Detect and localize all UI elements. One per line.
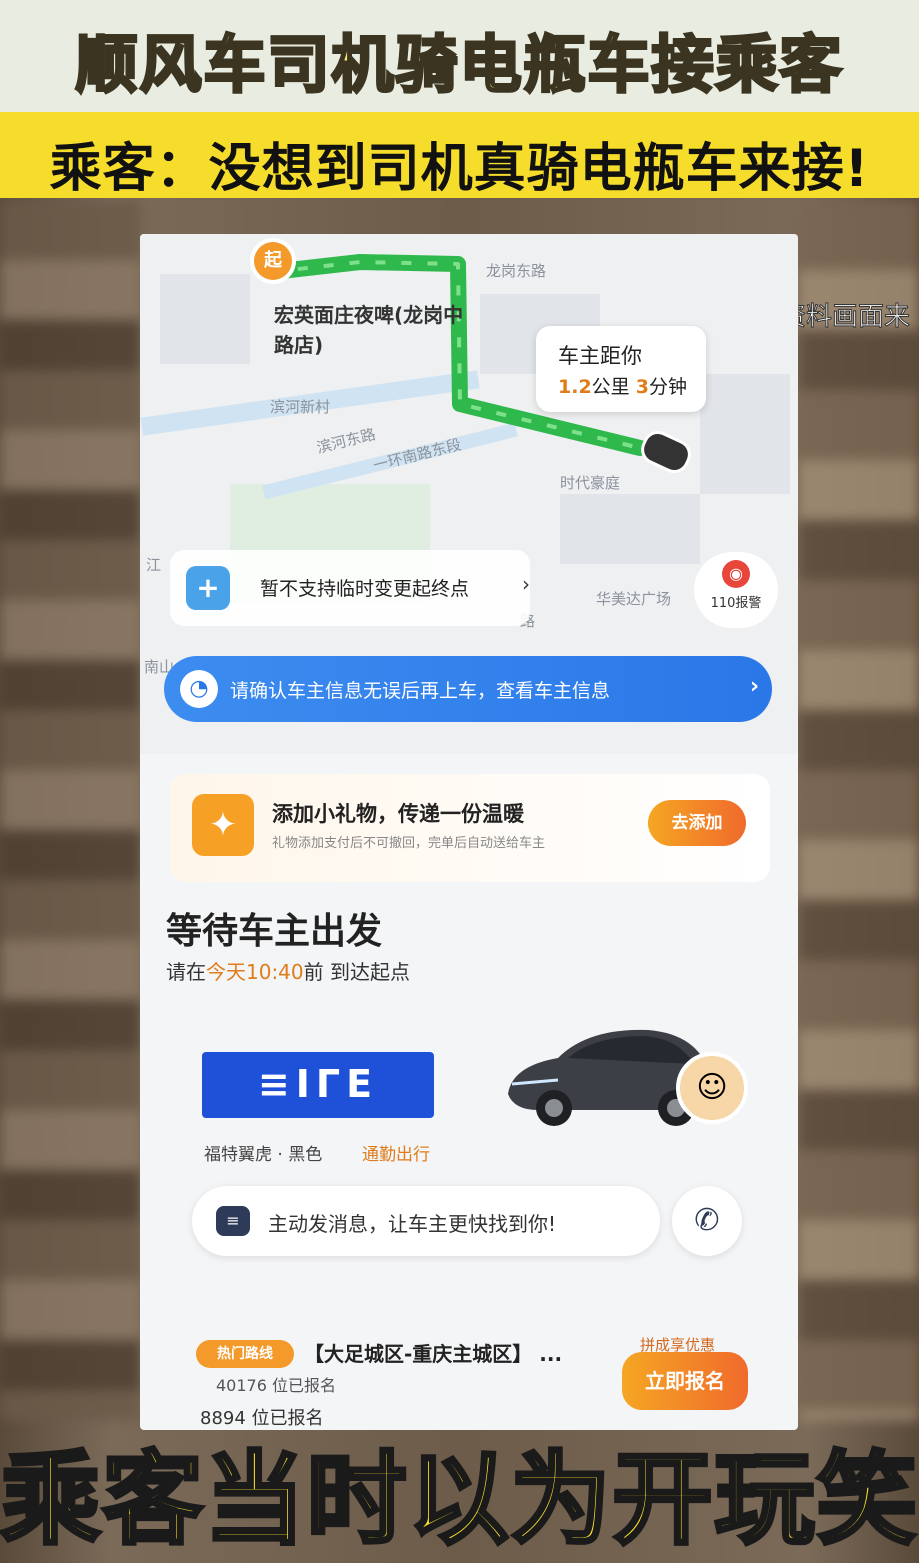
bottom-caption: 乘客当时以为开玩笑: [0, 1439, 919, 1560]
map-view[interactable]: 龙岗东路 滨河新村 滨河东路 一环南路东段 时代豪庭 华美达广场 路 江 南山 …: [140, 234, 798, 754]
map-label: 滨河新村: [270, 398, 331, 416]
message-prompt: 主动发消息，让车主更快找到你!: [268, 1212, 557, 1236]
distance-unit: 公里: [591, 376, 630, 398]
trip-type-tag: 通勤出行: [362, 1145, 430, 1165]
map-label: 时代豪庭: [560, 474, 621, 492]
time-value: 3: [635, 376, 649, 398]
siren-icon: ◉: [722, 560, 750, 588]
driver-distance-title: 车主距你: [558, 344, 642, 368]
shield-plus-icon: +: [186, 566, 230, 610]
license-plate: ≡ΙΓΕ: [202, 1052, 434, 1118]
route-title: 【大足城区-重庆主城区】 ...: [304, 1342, 563, 1366]
pickup-place-name: 宏英面庄夜啤(龙岗中路店): [274, 303, 464, 357]
phone-screen: 龙岗东路 滨河新村 滨河东路 一环南路东段 时代豪庭 华美达广场 路 江 南山 …: [140, 234, 798, 1430]
alarm-label: 110报警: [710, 596, 762, 611]
gift-subtitle: 礼物添加支付后不可撤回，完单后自动送给车主: [272, 836, 546, 851]
chat-icon: ≡: [216, 1206, 250, 1236]
arrival-deadline: 今天10:40: [206, 960, 304, 984]
confirm-driver-info-bar[interactable]: ◔ 请确认车主信息无误后再上车，查看车主信息 ›: [164, 656, 772, 722]
route-change-notice[interactable]: + 暂不支持临时变更起终点 ›: [170, 550, 530, 626]
driver-distance-card: 车主距你 1.2公里 3分钟: [536, 326, 706, 412]
chevron-right-icon: ›: [522, 572, 530, 596]
hot-route-tag: 热门路线: [196, 1340, 294, 1368]
map-label: 江: [146, 556, 162, 574]
watermark: 资料画面来: [779, 302, 911, 333]
gift-card: ✦ 添加小礼物，传递一份温暖 礼物添加支付后不可撤回，完单后自动送给车主 去添加: [170, 774, 770, 882]
chevron-right-icon: ›: [750, 674, 760, 699]
gift-icon: ✦: [192, 794, 254, 856]
call-driver-button[interactable]: ✆: [672, 1186, 742, 1256]
police-110-button[interactable]: ◉ 110报警: [694, 552, 778, 628]
message-driver-bar[interactable]: ≡ 主动发消息，让车主更快找到你!: [192, 1186, 660, 1256]
video-subtitle: 乘客：没想到司机真骑电瓶车来接!: [49, 139, 870, 199]
gift-title: 添加小礼物，传递一份温暖: [272, 802, 524, 826]
background-blur-right: [799, 200, 919, 1420]
confirm-driver-text: 请确认车主信息无误后再上车，查看车主信息: [230, 680, 611, 702]
distance-value: 1.2: [558, 376, 592, 398]
signup-button[interactable]: 立即报名: [622, 1352, 748, 1410]
status-title: 等待车主出发: [166, 911, 383, 952]
time-unit: 分钟: [648, 376, 687, 398]
phone-icon: ✆: [694, 1203, 720, 1238]
plate-text: ≡ΙΓΕ: [257, 1062, 379, 1106]
video-title: 顺风车司机骑电瓶车接乘客: [74, 27, 844, 103]
map-label: 龙岗东路: [486, 262, 547, 280]
hot-route-row[interactable]: 热门路线 【大足城区-重庆主城区】 ...: [192, 1334, 612, 1374]
status-sub-suffix: 前 到达起点: [303, 960, 410, 984]
background-blur-left: [0, 200, 140, 1420]
driver-avatar[interactable]: ☺: [676, 1052, 748, 1124]
notice-text: 暂不支持临时变更起终点: [260, 578, 470, 600]
driver-distance-detail: 1.2公里 3分钟: [558, 372, 687, 399]
status-subtitle: 请在今天10:40前 到达起点: [166, 956, 410, 985]
info-bubble-icon: ◔: [180, 670, 218, 708]
route-signup-count: 40176 位已报名: [216, 1376, 336, 1395]
car-model: 福特翼虎 · 黑色: [204, 1145, 323, 1165]
map-label: 华美达广场: [596, 590, 672, 608]
add-gift-button[interactable]: 去添加: [648, 800, 746, 846]
status-sub-prefix: 请在: [166, 960, 206, 984]
start-pin-icon[interactable]: 起: [254, 242, 292, 280]
